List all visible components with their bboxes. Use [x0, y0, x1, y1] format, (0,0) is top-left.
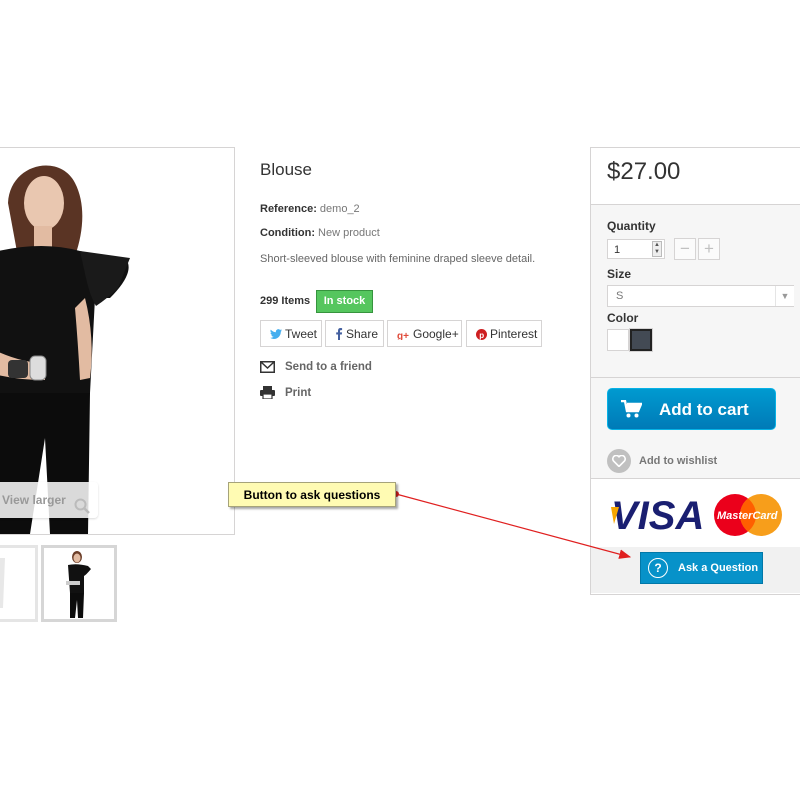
callout-arrow [393, 491, 632, 559]
annotation-callout: Button to ask questions [228, 482, 396, 507]
